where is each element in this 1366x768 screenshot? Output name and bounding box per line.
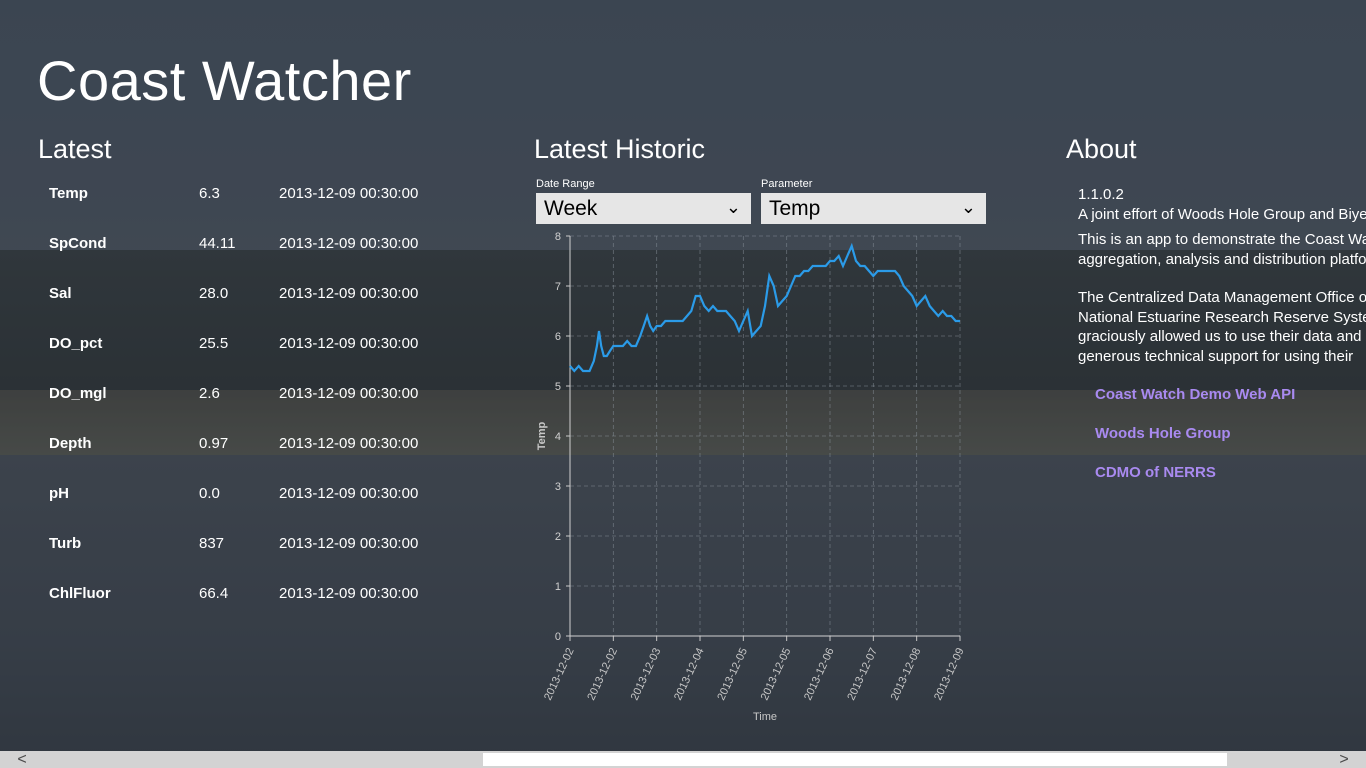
param-value: 44.11 — [199, 235, 236, 252]
param-value: 0.97 — [199, 435, 229, 452]
param-value: 837 — [199, 535, 225, 552]
historic-title: Latest Historic — [534, 134, 706, 164]
link-cdmo-nerrs[interactable]: CDMO of NERRS — [1095, 464, 1295, 503]
latest-row: DO_pct 25.5 2013-12-09 00:30:00 — [49, 330, 449, 380]
param-value: 25.5 — [199, 335, 229, 352]
latest-row: Temp 6.3 2013-12-09 00:30:00 — [49, 180, 449, 230]
description-text: This is an app to demonstrate the Coast … — [1078, 231, 1366, 268]
param-time: 2013-12-09 00:30:00 — [279, 535, 419, 552]
date-range-value: Week — [544, 197, 598, 220]
param-value: 66.4 — [199, 585, 229, 602]
latest-row: Sal 28.0 2013-12-09 00:30:00 — [49, 280, 449, 330]
link-coast-watch-api[interactable]: Coast Watch Demo Web API — [1095, 386, 1295, 425]
param-time: 2013-12-09 00:30:00 — [279, 585, 419, 602]
x-tick-label: 2013-12-07 — [845, 646, 880, 702]
param-value: 6.3 — [199, 185, 220, 202]
y-tick-label: 3 — [555, 481, 561, 493]
x-tick-label: 2013-12-09 — [932, 646, 967, 702]
param-name: Depth — [49, 435, 92, 452]
date-range-label: Date Range — [536, 178, 595, 190]
latest-row: Depth 0.97 2013-12-09 00:30:00 — [49, 430, 449, 480]
about-links: Coast Watch Demo Web API Woods Hole Grou… — [1095, 386, 1295, 503]
latest-list: Temp 6.3 2013-12-09 00:30:00 SpCond 44.1… — [49, 180, 449, 630]
param-time: 2013-12-09 00:30:00 — [279, 185, 419, 202]
latest-title: Latest — [38, 134, 112, 164]
x-tick-label: 2013-12-02 — [585, 646, 620, 702]
param-time: 2013-12-09 00:30:00 — [279, 435, 419, 452]
scroll-right-arrow-icon[interactable]: > — [1334, 751, 1354, 768]
chevron-down-icon: ⌄ — [960, 197, 976, 217]
param-name: pH — [49, 485, 69, 502]
y-tick-label: 0 — [555, 631, 561, 643]
x-tick-label: 2013-12-02 — [542, 646, 577, 702]
x-tick-label: 2013-12-06 — [802, 646, 837, 702]
latest-row: pH 0.0 2013-12-09 00:30:00 — [49, 480, 449, 530]
latest-row: ChlFluor 66.4 2013-12-09 00:30:00 — [49, 580, 449, 630]
param-name: DO_mgl — [49, 385, 107, 402]
param-name: DO_pct — [49, 335, 103, 352]
y-tick-label: 4 — [555, 431, 561, 443]
param-time: 2013-12-09 00:30:00 — [279, 335, 419, 352]
latest-row: DO_mgl 2.6 2013-12-09 00:30:00 — [49, 380, 449, 430]
y-tick-label: 5 — [555, 381, 561, 393]
x-tick-label: 2013-12-05 — [715, 646, 750, 702]
y-tick-label: 2 — [555, 531, 561, 543]
param-time: 2013-12-09 00:30:00 — [279, 485, 419, 502]
series-line — [569, 242, 960, 373]
about-text: 1.1.0.2 A joint effort of Woods Hole Gro… — [1078, 185, 1366, 366]
y-axis-label: Temp — [536, 421, 548, 450]
param-time: 2013-12-09 00:30:00 — [279, 285, 419, 302]
param-name: SpCond — [49, 235, 107, 252]
x-axis-label: Time — [753, 711, 777, 723]
parameter-label: Parameter — [761, 178, 813, 190]
y-tick-label: 7 — [555, 281, 561, 293]
y-tick-label: 6 — [555, 331, 561, 343]
param-name: Temp — [49, 185, 88, 202]
parameter-select[interactable]: Temp ⌄ — [761, 193, 986, 224]
scrollbar-thumb[interactable] — [483, 753, 1227, 766]
app-title: Coast Watcher — [37, 49, 412, 112]
x-tick-label: 2013-12-04 — [672, 646, 707, 702]
temp-line-chart: 0123456782013-12-02 2013-12-02 2013-12-03 2… — [536, 231, 967, 723]
param-value: 2.6 — [199, 385, 220, 402]
chevron-down-icon: ⌄ — [725, 197, 741, 217]
scroll-left-arrow-icon[interactable]: < — [12, 751, 32, 768]
date-range-select[interactable]: Week ⌄ — [536, 193, 751, 224]
parameter-value: Temp — [769, 197, 821, 220]
app-version: 1.1.0.2 — [1078, 186, 1124, 203]
x-tick-label: 2013-12-05 — [759, 646, 794, 702]
param-name: Sal — [49, 285, 72, 302]
param-value: 28.0 — [199, 285, 229, 302]
latest-row: SpCond 44.11 2013-12-09 00:30:00 — [49, 230, 449, 280]
param-time: 2013-12-09 00:30:00 — [279, 235, 419, 252]
y-tick-label: 1 — [555, 581, 561, 593]
x-tick-label: 2013-12-03 — [629, 646, 664, 702]
about-title: About — [1066, 134, 1137, 164]
param-value: 0.0 — [199, 485, 220, 502]
latest-row: Turb 837 2013-12-09 00:30:00 — [49, 530, 449, 580]
param-time: 2013-12-09 00:30:00 — [279, 385, 419, 402]
credit-text: A joint effort of Woods Hole Group and B… — [1078, 205, 1366, 223]
horizontal-scrollbar[interactable]: < > — [0, 751, 1366, 768]
link-woods-hole-group[interactable]: Woods Hole Group — [1095, 425, 1295, 464]
x-tick-label: 2013-12-08 — [889, 646, 924, 702]
y-tick-label: 8 — [555, 231, 561, 243]
param-name: ChlFluor — [49, 585, 111, 602]
param-name: Turb — [49, 535, 82, 552]
description-text: The Centralized Data Management Office o… — [1078, 289, 1366, 365]
